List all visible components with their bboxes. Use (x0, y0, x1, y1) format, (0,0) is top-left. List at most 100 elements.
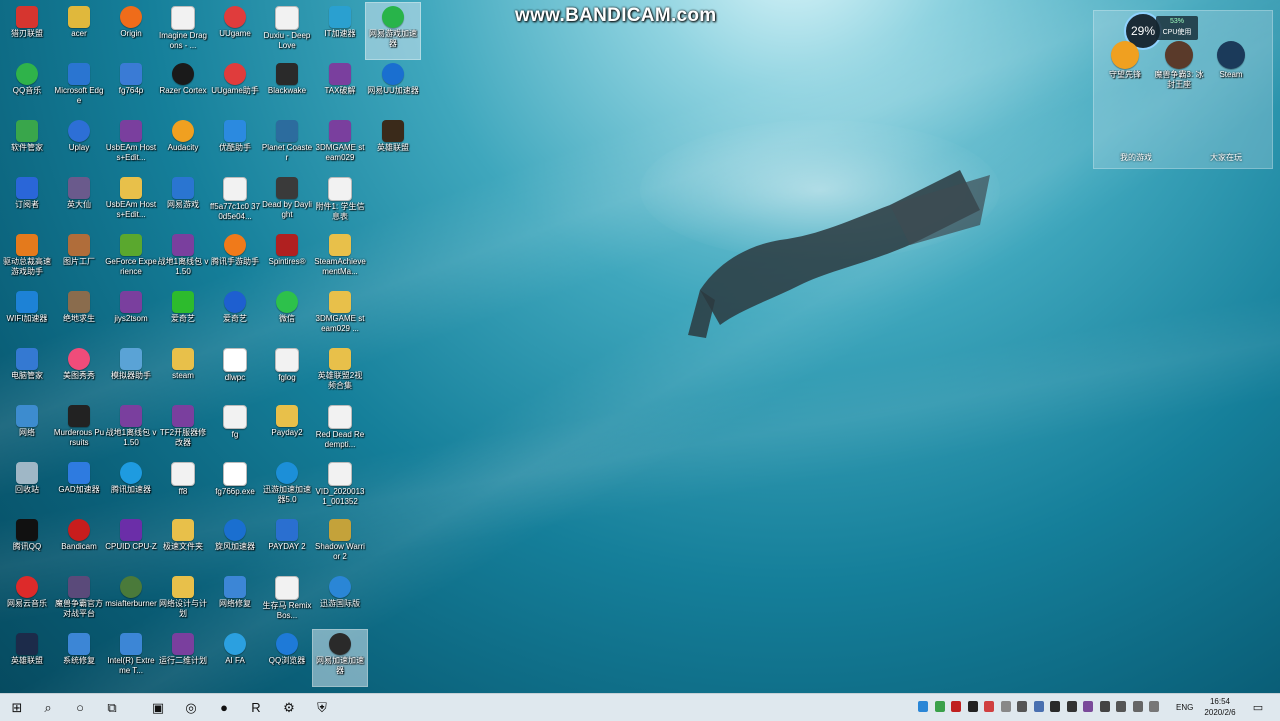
desktop-icon[interactable]: jiys2tsom (104, 288, 158, 344)
tray-icon[interactable] (1132, 701, 1143, 712)
desktop-icon[interactable]: fg (208, 402, 262, 458)
desktop-icon[interactable]: 腾讯手游助手 (208, 231, 262, 287)
desktop-icon[interactable]: Microsoft Edge (52, 60, 106, 116)
desktop-icon[interactable]: Bandicam (52, 516, 106, 572)
desktop-icon[interactable]: ff5a77c1c0 370d5e04... (208, 174, 262, 230)
desktop-icon[interactable]: 迅游国际版 (313, 573, 367, 629)
desktop-icon[interactable]: AI FA (208, 630, 262, 686)
tray-icon[interactable] (1050, 701, 1060, 712)
taskbar-app-1[interactable]: ▣ (143, 694, 173, 721)
desktop-icon[interactable]: Audacity (156, 117, 210, 173)
widget-app[interactable]: Steam (1203, 38, 1259, 80)
desktop-icon[interactable]: Imagine Dragons - ... (156, 3, 210, 59)
desktop-icon[interactable]: 迅游加速加速器5.0 (260, 459, 314, 515)
taskbar-steam[interactable]: ◎ (176, 694, 206, 721)
taskbar-app-shield[interactable]: ⛨ (307, 694, 337, 721)
desktop-icon[interactable]: 附件1: 学生信息表 (313, 174, 367, 230)
taskbar-bandicam[interactable]: ● (209, 694, 239, 721)
desktop-icon[interactable]: Red Dead Redempti... (313, 402, 367, 458)
desktop-icon[interactable]: QQ音乐 (0, 60, 54, 116)
desktop-icon[interactable]: 网易UU加速器 (366, 60, 420, 116)
desktop-icon[interactable]: 软件管家 (0, 117, 54, 173)
desktop-icon[interactable]: UsbEAm Hosts+Edit... (104, 117, 158, 173)
desktop-icon[interactable]: 腾讯QQ (0, 516, 54, 572)
desktop-icon[interactable]: 绝地求生 (52, 288, 106, 344)
desktop-icon[interactable]: 模拟器助手 (104, 345, 158, 401)
desktop-icon[interactable]: 回收站 (0, 459, 54, 515)
desktop-icon[interactable]: QQ浏览器 (260, 630, 314, 686)
desktop-icon[interactable]: Razer Cortex (156, 60, 210, 116)
start-button[interactable]: ⊞ (2, 694, 32, 721)
desktop-icon[interactable]: msiafterburner (104, 573, 158, 629)
desktop-icon[interactable]: 网易云音乐 (0, 573, 54, 629)
desktop-icon[interactable]: 极速文件夹 (156, 516, 210, 572)
desktop-icon[interactable]: 网络 (0, 402, 54, 458)
desktop-icon[interactable]: 优酷助手 (208, 117, 262, 173)
desktop-icon[interactable]: ff8 (156, 459, 210, 515)
desktop-icon[interactable]: 网易加速加速器 (312, 629, 368, 687)
desktop-icon[interactable]: Origin (104, 3, 158, 59)
desktop-icon[interactable]: steam (156, 345, 210, 401)
desktop-icon[interactable]: Planet Coaster (260, 117, 314, 173)
desktop-icon[interactable]: 网易游戏加速器 (365, 2, 421, 60)
task-view-button[interactable]: ⧉ (97, 694, 127, 721)
desktop-icon[interactable]: Spintires® (260, 231, 314, 287)
desktop-icon[interactable]: fg766p.exe (208, 459, 262, 515)
desktop-icon[interactable]: 系统修复 (52, 630, 106, 686)
tray-icon[interactable] (934, 701, 945, 712)
widget-others-playing-link[interactable]: 大家在玩 (1210, 152, 1242, 163)
desktop-icon[interactable]: 爱奇艺 (156, 288, 210, 344)
desktop-icon[interactable]: Shadow Warrior 2 (313, 516, 367, 572)
cortana-button[interactable]: ○ (65, 694, 95, 721)
desktop-icon[interactable]: Dead by Daylight (260, 174, 314, 230)
tray-icon[interactable] (1099, 701, 1110, 712)
desktop-icon[interactable]: 微信 (260, 288, 314, 344)
desktop-icon[interactable]: 战地1离线包 v1.50 (156, 231, 210, 287)
desktop-icon[interactable]: 网络修复 (208, 573, 262, 629)
desktop-icon[interactable]: 英雄联盟 (366, 117, 420, 173)
widget-app[interactable]: 守望先锋 (1097, 38, 1153, 80)
tray-icon[interactable] (918, 701, 928, 712)
desktop-icon[interactable]: TF2开服器修改器 (156, 402, 210, 458)
taskbar-app-r[interactable]: R (241, 694, 271, 721)
desktop-icon[interactable]: UsbEAm Hosts+Edit... (104, 174, 158, 230)
desktop-icon[interactable]: 腾讯加速器 (104, 459, 158, 515)
tray-icon[interactable] (1149, 701, 1159, 712)
desktop-icon[interactable]: VID_2020013 1_001352 (313, 459, 367, 515)
desktop-icon[interactable]: 美图秀秀 (52, 345, 106, 401)
tray-icon[interactable] (951, 701, 961, 712)
desktop-icon[interactable]: IT加速器 (313, 3, 367, 59)
desktop-icon[interactable]: 猎刃联盟 (0, 3, 54, 59)
taskbar-settings[interactable]: ⚙ (274, 694, 304, 721)
desktop-icon[interactable]: GAD加速器 (52, 459, 106, 515)
language-indicator[interactable]: ENG (1176, 703, 1193, 712)
tray-icon[interactable] (1000, 701, 1011, 712)
desktop-icon[interactable]: dlwpc (208, 345, 262, 401)
tray-icon[interactable] (984, 701, 994, 712)
desktop-icon[interactable]: 3DMGAME steam029 (313, 117, 367, 173)
desktop-icon[interactable]: GeForce Experience (104, 231, 158, 287)
tray-icon[interactable] (1083, 701, 1093, 712)
desktop-icon[interactable]: Uplay (52, 117, 106, 173)
desktop-icon[interactable]: TAX破解 (313, 60, 367, 116)
tray-icon[interactable] (1033, 701, 1044, 712)
system-clock[interactable]: 16:54 2020/2/6 (1198, 696, 1242, 718)
desktop-icon[interactable]: Intel(R) Extreme T... (104, 630, 158, 686)
desktop-icon[interactable]: 订阅者 (0, 174, 54, 230)
desktop-icon[interactable]: 旋风加速器 (208, 516, 262, 572)
desktop-icon[interactable]: 英大仙 (52, 174, 106, 230)
widget-app[interactable]: 魔兽争霸3: 冰封王座 (1151, 38, 1207, 90)
desktop-icon[interactable]: Duxiu - Deep Love (260, 3, 314, 59)
widget-my-games-link[interactable]: 我的游戏 (1120, 152, 1152, 163)
desktop-icon[interactable]: Blackwake (260, 60, 314, 116)
desktop-icon[interactable]: 英雄联盟 (0, 630, 54, 686)
desktop-icon[interactable]: 图片工厂 (52, 231, 106, 287)
notification-center-icon[interactable]: ▭ (1248, 694, 1268, 721)
desktop-icon[interactable]: 魔兽争霸官方对战平台 (52, 573, 106, 629)
desktop-icon[interactable]: 电脑管家 (0, 345, 54, 401)
tray-icon[interactable] (1116, 701, 1126, 712)
desktop-icon[interactable]: 驱动总裁高速游戏助手 (0, 231, 54, 287)
desktop-icon[interactable]: 英雄联盟2视频合集 (313, 345, 367, 401)
desktop-icon[interactable]: 爱奇艺 (208, 288, 262, 344)
desktop-icon[interactable]: acer (52, 3, 106, 59)
